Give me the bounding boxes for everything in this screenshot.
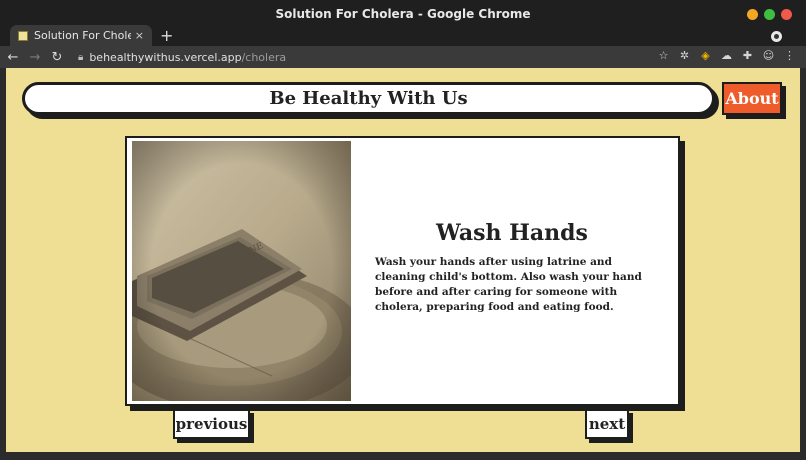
card-description: Wash your hands after using latrine and … (375, 256, 642, 313)
lock-icon: 🔒︎ (78, 51, 84, 63)
soap-bar-photo-icon: SOAP · BROWNE (132, 141, 351, 401)
previous-button[interactable]: previous (173, 409, 250, 439)
gear-icon[interactable]: ✲ (678, 49, 691, 62)
tab-label: Solution For Cholera (34, 29, 131, 42)
star-icon[interactable]: ☆ (657, 49, 670, 62)
puzzle-icon[interactable]: ✚ (741, 49, 754, 62)
window-titlebar: Solution For Cholera - Google Chrome (0, 0, 806, 28)
menu-icon[interactable]: ⋮ (783, 49, 796, 62)
favicon-icon (18, 30, 28, 41)
page-body: Be Healthy With Us About Wash Hands Wash… (6, 68, 800, 452)
back-arrow-icon[interactable]: ← (4, 50, 22, 65)
new-tab-button[interactable]: + (160, 28, 173, 44)
solution-card: SOAP · BROWNE Wash Hands Wash your hands… (125, 136, 680, 406)
minimize-button[interactable] (747, 9, 758, 20)
extension-bar: ☆ ✲ ◈ ☁ ✚ ☺ ⋮ (657, 49, 796, 62)
browser-toolbar: ← → ↻ 🔒︎ behealthywithus.vercel.app/chol… (0, 46, 806, 68)
address-bar[interactable]: behealthywithus.vercel.app/cholera (89, 51, 286, 64)
forward-arrow-icon[interactable]: → (26, 50, 44, 65)
chrome-profile-icon[interactable] (771, 31, 782, 42)
cloud-icon[interactable]: ☁ (720, 49, 733, 62)
window-controls (747, 9, 792, 20)
url-domain: behealthywithus.vercel.app (89, 50, 242, 64)
next-button[interactable]: next (585, 409, 629, 439)
card-title: Wash Hands (436, 220, 588, 246)
tab-close-icon[interactable]: × (135, 29, 144, 42)
profile-icon[interactable]: ☺ (762, 49, 775, 62)
brand-title: Be Healthy With Us (269, 88, 468, 109)
site-header: Be Healthy With Us (22, 82, 715, 115)
shield-icon[interactable]: ◈ (699, 49, 712, 62)
browser-tab[interactable]: Solution For Cholera × (10, 25, 152, 46)
about-button[interactable]: About (722, 82, 782, 115)
window-title: Solution For Cholera - Google Chrome (275, 7, 531, 21)
reload-icon[interactable]: ↻ (48, 50, 66, 65)
url-path: /cholera (241, 50, 287, 64)
maximize-button[interactable] (764, 9, 775, 20)
close-window-button[interactable] (781, 9, 792, 20)
